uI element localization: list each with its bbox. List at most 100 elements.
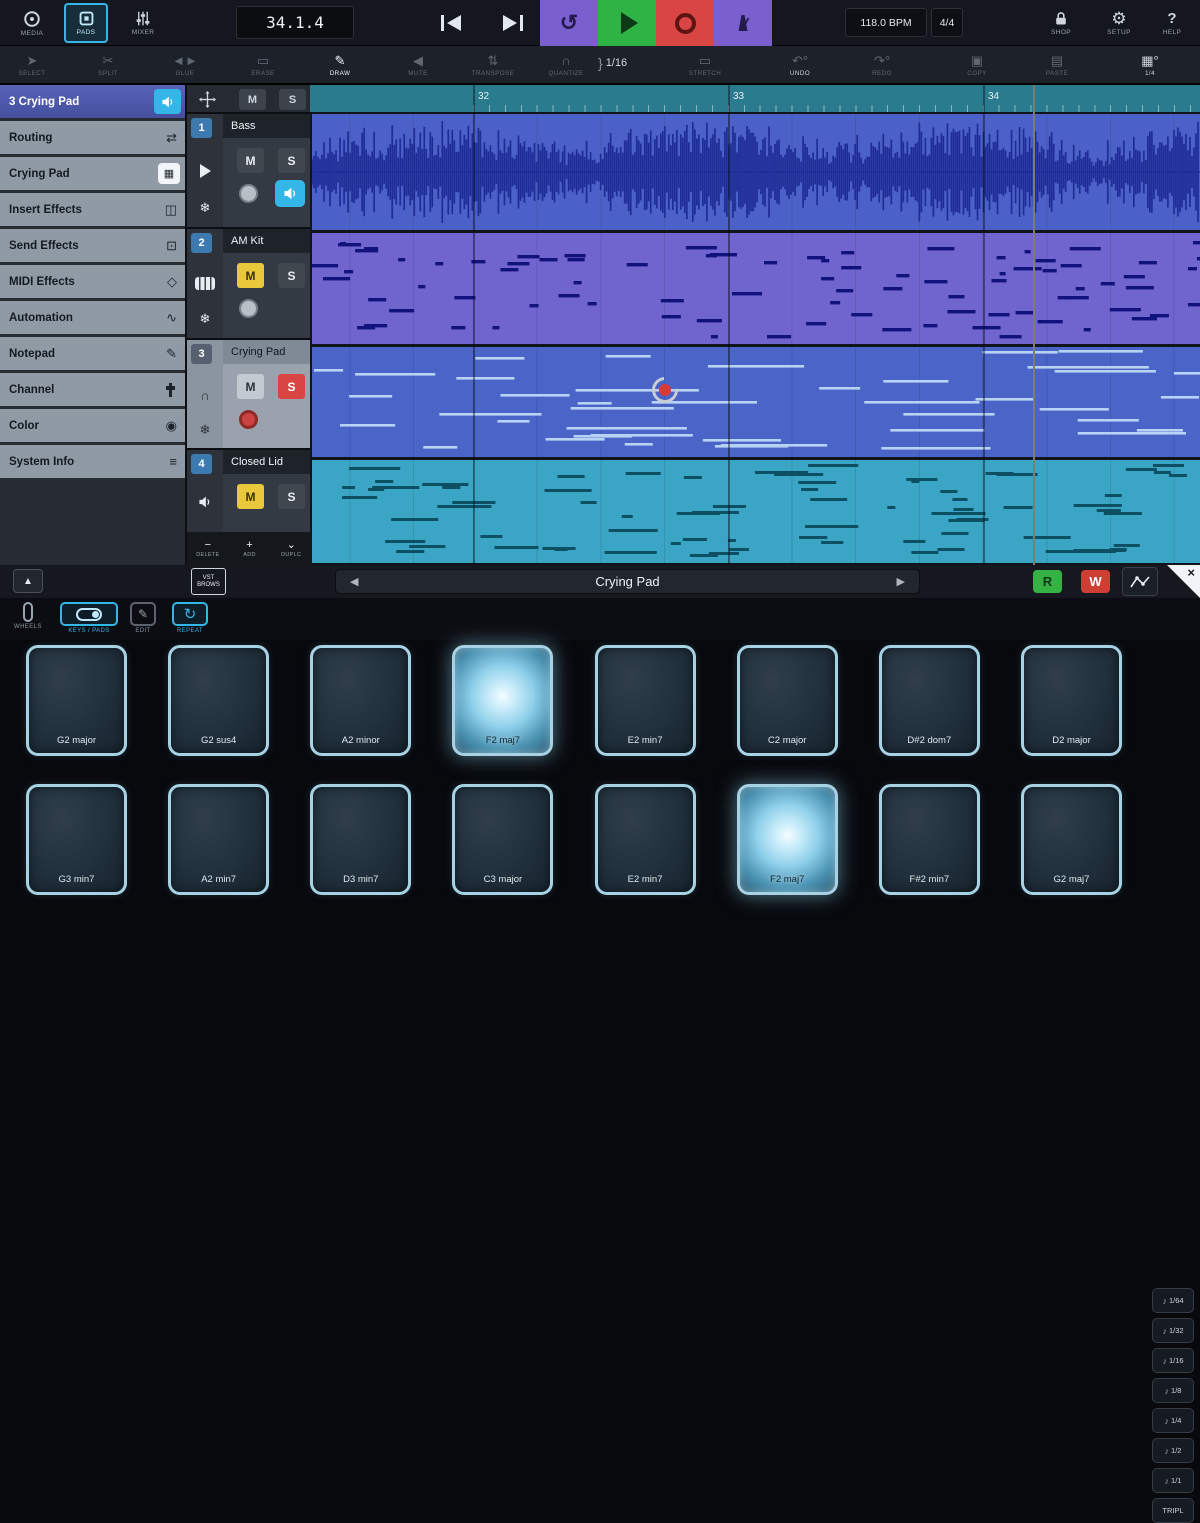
glue-tool[interactable]: ◄►GLUE bbox=[153, 49, 217, 82]
record-arm-button[interactable] bbox=[239, 299, 258, 318]
grid-value-button[interactable]: ▦°1/4 bbox=[1118, 49, 1182, 82]
track-solo-button[interactable]: S bbox=[278, 263, 305, 288]
wheels-button[interactable]: WHEELS bbox=[14, 602, 42, 630]
track-name[interactable]: Bass bbox=[223, 114, 310, 138]
record-button[interactable] bbox=[656, 0, 714, 46]
track-mute-button[interactable]: M bbox=[237, 374, 264, 399]
pads-button[interactable]: PADS bbox=[64, 3, 108, 43]
inspector-item-routing[interactable]: Routing⇄ bbox=[0, 121, 185, 154]
inspector-track-header[interactable]: 3 Crying Pad bbox=[0, 85, 185, 118]
global-mute-button[interactable]: M bbox=[239, 89, 266, 110]
monitor-icon[interactable] bbox=[154, 89, 181, 114]
close-panel-button[interactable] bbox=[1167, 565, 1200, 598]
close-icon[interactable]: × bbox=[1187, 565, 1195, 580]
inspector-item-color[interactable]: Color◉ bbox=[0, 409, 185, 442]
media-button[interactable]: MEDIA bbox=[10, 3, 54, 43]
chord-pad[interactable]: A2 min7 bbox=[168, 784, 269, 895]
midi-clip-crying-pad[interactable] bbox=[312, 347, 1200, 457]
bpm-display[interactable]: 118.0 BPM bbox=[845, 8, 927, 37]
repeat-button[interactable]: ↻ REPEAT bbox=[172, 602, 208, 634]
record-arm-button[interactable] bbox=[239, 184, 258, 203]
chord-pad[interactable]: E2 min7 bbox=[595, 645, 696, 756]
automation-write-button[interactable]: W bbox=[1081, 570, 1110, 593]
inspector-item-midi-effects[interactable]: MIDI Effects◇ bbox=[0, 265, 185, 298]
delete-track-button[interactable]: −DELETE bbox=[187, 532, 229, 565]
pad-mode-icon[interactable]: ∩ bbox=[187, 388, 223, 403]
global-solo-button[interactable]: S bbox=[279, 89, 306, 110]
collapse-panel-button[interactable]: ▲ bbox=[13, 569, 43, 593]
paste-button[interactable]: ▤PASTE bbox=[1025, 49, 1089, 82]
arrange-area[interactable]: 32 33 34 bbox=[310, 85, 1200, 565]
track-solo-button[interactable]: S bbox=[278, 148, 305, 173]
time-display[interactable]: 34.1.4 bbox=[236, 6, 354, 39]
chord-pad[interactable]: A2 minor bbox=[310, 645, 411, 756]
chord-pad[interactable]: G3 min7 bbox=[26, 784, 127, 895]
chord-pad[interactable]: E2 min7 bbox=[595, 784, 696, 895]
record-arm-button[interactable] bbox=[239, 410, 258, 429]
speaker-icon[interactable] bbox=[187, 496, 223, 508]
chord-pad[interactable]: F#2 min7 bbox=[879, 784, 980, 895]
chord-pad[interactable]: F2 maj7 bbox=[737, 784, 838, 895]
track-solo-button[interactable]: S bbox=[278, 484, 305, 509]
automation-read-button[interactable]: R bbox=[1033, 570, 1062, 593]
note-value-button[interactable]: ♪1/1 bbox=[1152, 1468, 1194, 1493]
setup-button[interactable]: ⚙ SETUP bbox=[1096, 3, 1142, 43]
track-row-bass[interactable]: 1 ❄ Bass M S bbox=[187, 114, 310, 229]
chord-pad[interactable]: G2 sus4 bbox=[168, 645, 269, 756]
note-value-button[interactable]: ♪1/64 bbox=[1152, 1288, 1194, 1313]
inspector-item-insert-effects[interactable]: Insert Effects◫ bbox=[0, 193, 185, 226]
chord-pad[interactable]: F2 maj7 bbox=[452, 645, 553, 756]
skip-forward-button[interactable] bbox=[492, 6, 534, 39]
freeze-icon[interactable]: ❄ bbox=[187, 422, 223, 438]
redo-button[interactable]: ↷°REDO bbox=[850, 49, 914, 82]
inspector-item-system-info[interactable]: System Info≡ bbox=[0, 445, 185, 478]
chord-pad[interactable]: D#2 dom7 bbox=[879, 645, 980, 756]
inspector-item-notepad[interactable]: Notepad✎ bbox=[0, 337, 185, 370]
edit-pads-button[interactable]: ✎ EDIT bbox=[130, 602, 156, 634]
add-track-button[interactable]: +ADD bbox=[229, 532, 271, 565]
skip-back-button[interactable] bbox=[430, 6, 472, 39]
transpose-tool[interactable]: ⇅TRANSPOSE bbox=[457, 49, 529, 82]
freeze-icon[interactable]: ❄ bbox=[187, 311, 223, 327]
track-mute-button[interactable]: M bbox=[237, 263, 264, 288]
track-name[interactable]: Crying Pad bbox=[223, 340, 310, 364]
vst-browser-button[interactable]: VST BROWS bbox=[191, 568, 226, 595]
play-button[interactable] bbox=[598, 0, 656, 46]
keyboard-icon[interactable] bbox=[187, 277, 223, 290]
track-name[interactable]: Closed Lid bbox=[223, 450, 310, 474]
quantize-tool[interactable]: ∩QUANTIZE bbox=[534, 49, 598, 82]
freeze-icon[interactable]: ❄ bbox=[187, 200, 223, 216]
chord-pad[interactable]: G2 maj7 bbox=[1021, 784, 1122, 895]
note-value-button[interactable]: TRIPL bbox=[1152, 1498, 1194, 1523]
track-mute-button[interactable]: M bbox=[237, 484, 264, 509]
audio-clip-bass[interactable] bbox=[312, 114, 1200, 230]
duplicate-track-button[interactable]: ⌄DUPLC bbox=[270, 532, 312, 565]
undo-button[interactable]: ↶°UNDO bbox=[768, 49, 832, 82]
time-signature-display[interactable]: 4/4 bbox=[931, 8, 963, 37]
inspector-item-instrument[interactable]: Crying Pad▦ bbox=[0, 157, 185, 190]
previous-patch-icon[interactable]: ◀ bbox=[350, 575, 358, 588]
quantize-value[interactable]: }1/16 bbox=[598, 55, 627, 71]
note-value-button[interactable]: ♪1/32 bbox=[1152, 1318, 1194, 1343]
automation-curve-button[interactable] bbox=[1122, 567, 1158, 596]
split-tool[interactable]: ✂SPLIT bbox=[76, 49, 140, 82]
chord-pad[interactable]: C3 major bbox=[452, 784, 553, 895]
track-play-icon[interactable] bbox=[187, 164, 223, 178]
monitor-button[interactable] bbox=[275, 180, 305, 207]
chord-pad[interactable]: D2 major bbox=[1021, 645, 1122, 756]
metronome-button[interactable] bbox=[714, 0, 772, 46]
playhead[interactable] bbox=[1033, 85, 1035, 565]
cycle-button[interactable]: ↺ bbox=[540, 0, 598, 46]
note-value-button[interactable]: ♪1/2 bbox=[1152, 1438, 1194, 1463]
patch-selector[interactable]: ◀ Crying Pad ▶ bbox=[335, 569, 920, 594]
track-solo-button[interactable]: S bbox=[278, 374, 305, 399]
inspector-item-channel[interactable]: Channel bbox=[0, 373, 185, 406]
next-patch-icon[interactable]: ▶ bbox=[897, 575, 905, 588]
note-value-button[interactable]: ♪1/8 bbox=[1152, 1378, 1194, 1403]
midi-clip-am-kit[interactable] bbox=[312, 233, 1200, 344]
draw-tool[interactable]: ✎DRAW bbox=[308, 49, 372, 82]
chord-pad[interactable]: D3 min7 bbox=[310, 784, 411, 895]
keys-pads-toggle[interactable]: KEYS / PADS bbox=[60, 602, 118, 634]
auto-scroll-icon[interactable] bbox=[195, 89, 219, 110]
stretch-tool[interactable]: ▭STRETCH bbox=[673, 49, 737, 82]
